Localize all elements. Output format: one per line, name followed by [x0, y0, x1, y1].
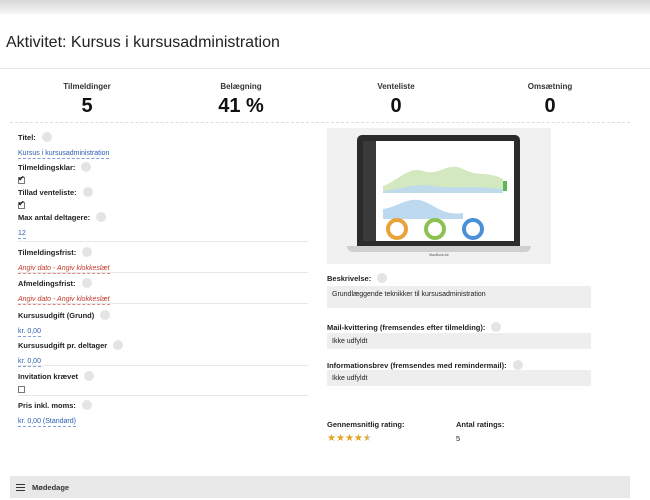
- section-divider: [18, 272, 308, 273]
- field-tilmeldingsklar: Tilmeldingsklar:: [18, 162, 308, 184]
- field-kursusudgift-grund: Kursusudgift (Grund) kr. 0,00: [18, 310, 308, 338]
- stat-value: 41 %: [218, 95, 264, 117]
- help-icon[interactable]: [491, 322, 502, 332]
- field-titel: Titel: Kursus i kursusadministration: [18, 132, 308, 160]
- field-label: Invitation krævet: [18, 371, 79, 381]
- informationsbrev-label: Informationsbrev (fremsendes med reminde…: [327, 360, 523, 370]
- help-icon[interactable]: [82, 187, 93, 197]
- tillad-venteliste-checkbox[interactable]: [18, 199, 25, 209]
- help-icon[interactable]: [84, 371, 95, 381]
- help-icon[interactable]: [96, 212, 107, 222]
- field-tilmeldingsfrist: Tilmeldingsfrist: Angiv dato - Angiv klo…: [18, 247, 308, 275]
- field-pris-moms: Pris inkl. moms: kr. 0,00 (Standard): [18, 400, 308, 428]
- help-icon[interactable]: [82, 247, 93, 257]
- stat-label: Tilmeldinger: [63, 82, 111, 91]
- section-divider: [18, 395, 308, 396]
- star-icon: ★: [353, 433, 363, 444]
- field-label: Tilmeldingsklar:: [18, 162, 76, 172]
- star-icon: ★: [327, 433, 336, 444]
- help-icon[interactable]: [512, 360, 523, 370]
- help-icon[interactable]: [81, 278, 92, 288]
- informationsbrev-value[interactable]: Ikke udfyldt: [327, 370, 591, 386]
- invitation-checkbox[interactable]: [18, 386, 25, 393]
- max-deltagere-value[interactable]: 12: [18, 230, 26, 239]
- stat-label: Belægning: [220, 82, 262, 91]
- field-max-deltagere: Max antal deltagere: 12: [18, 212, 308, 240]
- laptop-brand: MacBook Air: [429, 253, 449, 257]
- field-label: Titel:: [18, 132, 36, 142]
- field-afmeldingsfrist: Afmeldingsfrist: Angiv dato - Angiv klok…: [18, 278, 308, 306]
- field-label: Afmeldingsfrist:: [18, 278, 76, 288]
- stat-value: 0: [390, 95, 402, 117]
- stat-tilmeldinger: Tilmeldinger 5: [22, 82, 152, 118]
- moededage-label: Mødedage: [32, 482, 70, 492]
- field-label: Tilmeldingsfrist:: [18, 247, 77, 257]
- mail-kvittering-label: Mail-kvittering (fremsendes efter tilmel…: [327, 322, 502, 332]
- kursusudgift-grund-value[interactable]: kr. 0,00: [18, 328, 41, 337]
- moededage-panel-header[interactable]: Mødedage: [10, 476, 630, 498]
- star-icon: ★: [335, 433, 345, 444]
- pris-moms-value[interactable]: kr. 0,00 (Standard): [18, 418, 76, 427]
- stat-value: 0: [544, 95, 556, 117]
- section-divider: [18, 365, 308, 366]
- stat-label: Venteliste: [377, 82, 415, 91]
- list-icon: [16, 483, 25, 491]
- rating-stars[interactable]: ★★★★★: [327, 433, 372, 444]
- top-shadow: [0, 0, 650, 14]
- help-icon[interactable]: [113, 340, 124, 350]
- beskrivelse-value[interactable]: Grundlæggende teknikker til kursusadmini…: [327, 286, 591, 308]
- help-icon[interactable]: [100, 310, 111, 320]
- antal-ratings-value: 5: [456, 434, 461, 443]
- page-title: Aktivitet: Kursus i kursusadministration: [6, 34, 280, 51]
- laptop-base: [347, 246, 531, 252]
- field-label: Max antal deltagere:: [18, 212, 91, 222]
- help-icon[interactable]: [41, 132, 52, 142]
- section-divider: [18, 303, 308, 304]
- laptop-screen: [357, 135, 520, 246]
- laptop-image: MacBook Air: [327, 128, 551, 264]
- field-label: Pris inkl. moms:: [18, 400, 76, 410]
- field-label: Kursusudgift pr. deltager: [18, 340, 108, 350]
- field-label: Kursusudgift (Grund): [18, 310, 95, 320]
- rating-label: Gennemsnitlig rating:: [327, 420, 405, 429]
- antal-ratings-label: Antal ratings:: [456, 420, 505, 429]
- mail-kvittering-value[interactable]: Ikke udfyldt: [327, 333, 591, 349]
- field-label: Tillad venteliste:: [18, 187, 77, 197]
- help-icon[interactable]: [81, 400, 92, 410]
- title-divider: [0, 68, 650, 69]
- stat-value: 5: [81, 95, 93, 117]
- stat-label: Omsætning: [527, 82, 573, 91]
- half-star-icon: ★: [362, 433, 372, 444]
- field-invitation: Invitation krævet: [18, 371, 308, 393]
- help-icon[interactable]: [377, 273, 388, 283]
- stat-omsaetning: Omsætning 0: [485, 82, 615, 118]
- field-tillad-venteliste: Tillad venteliste:: [18, 187, 308, 209]
- dashboard-graphics: [383, 166, 507, 240]
- field-kursusudgift-deltager: Kursusudgift pr. deltager kr. 0,00: [18, 340, 308, 368]
- section-divider: [18, 241, 308, 242]
- stat-belaegning: Belægning 41 %: [176, 82, 306, 118]
- help-icon[interactable]: [81, 162, 92, 172]
- titel-value[interactable]: Kursus i kursusadministration: [18, 150, 110, 159]
- stat-venteliste: Venteliste 0: [331, 82, 461, 118]
- stats-divider: [10, 122, 630, 123]
- star-icon: ★: [344, 433, 354, 444]
- beskrivelse-label: Beskrivelse:: [327, 273, 388, 283]
- tilmeldingsklar-checkbox[interactable]: [18, 174, 25, 184]
